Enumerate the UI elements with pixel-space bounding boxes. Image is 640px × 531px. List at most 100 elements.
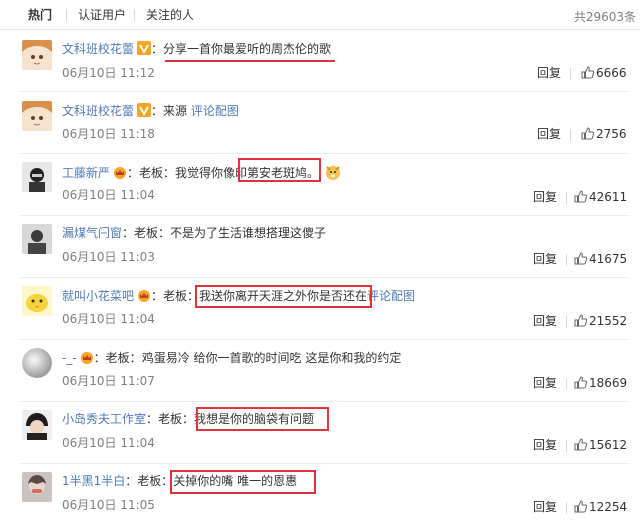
comment-item: 文科班校花蕾 ：分享一首你最爱听的周杰伦的歌 06月10日 11:12 回复 66… (0, 30, 640, 92)
username-link[interactable]: 文科班校花蕾 (62, 42, 134, 56)
thumbs-up-icon (581, 127, 595, 140)
action-divider (566, 192, 567, 204)
comment-prefix: ： (151, 42, 164, 56)
like-count: 6666 (596, 66, 627, 80)
username-link[interactable]: -_- (62, 351, 77, 365)
comment-item: 1半黑1半白：老板：关掉你的嘴 唯一的恩惠 06月10日 11:05 回复 12… (0, 464, 640, 531)
total-comment-count: 共29603条 (573, 10, 636, 24)
comment-time: 06月10日 11:04 (62, 436, 155, 450)
avatar[interactable] (22, 286, 52, 316)
crown-badge-icon (138, 290, 151, 302)
tab-hot[interactable]: 热门 (28, 8, 52, 22)
comment-item: 文科班校花蕾 ：来源 评论配图 06月10日 11:18 回复 2756 (0, 92, 640, 154)
crown-badge-icon (80, 352, 93, 364)
highlight-box (196, 407, 329, 431)
comment-item: 工藤新严 ：老板：我觉得你像印第安老斑鸠。 06月10日 11:04 回复 426… (0, 154, 640, 216)
action-divider (570, 68, 571, 80)
like-button[interactable]: 18669 (574, 376, 627, 390)
crown-badge-icon (114, 167, 127, 179)
avatar[interactable] (22, 348, 52, 378)
reply-button[interactable]: 回复 (537, 127, 561, 141)
comment-item: 就叫小花菜吧 ：老板：我送你离开天涯之外你是否还在评论配图 06月10日 11:0… (0, 278, 640, 340)
comment-prefix: ：老板：我觉得你像 (127, 166, 236, 180)
thumbs-up-icon (574, 190, 588, 203)
action-divider (570, 129, 571, 141)
comment-prefix: ：老板： (93, 351, 142, 365)
like-count: 18669 (589, 376, 628, 390)
highlight-box (195, 285, 372, 308)
image-link[interactable]: 评论配图 (367, 289, 415, 303)
like-button[interactable]: 15612 (574, 438, 627, 452)
reply-button[interactable]: 回复 (537, 66, 561, 80)
like-count: 42611 (589, 190, 628, 204)
thumbs-up-icon (574, 314, 588, 327)
comment-item: 小岛秀夫工作室：老板：我想是你的脑袋有问题 06月10日 11:04 回复 15… (0, 402, 640, 464)
comment-text: 鸡蛋易冷 给你一首歌的时间吃 这是你和我的约定 (141, 351, 402, 365)
avatar[interactable] (22, 162, 52, 192)
reply-button[interactable]: 回复 (533, 252, 557, 266)
like-count: 41675 (589, 252, 628, 266)
comment-tabs: 热门 认证用户 关注的人 共29603条 (0, 0, 640, 30)
like-button[interactable]: 2756 (581, 127, 627, 141)
comment-prefix: ： (151, 104, 164, 118)
comment-time: 06月10日 11:05 (62, 498, 155, 512)
avatar[interactable] (22, 472, 52, 502)
reply-button[interactable]: 回复 (533, 438, 557, 452)
like-button[interactable]: 12254 (574, 500, 627, 514)
image-link[interactable]: 评论配图 (191, 104, 239, 118)
comment-prefix: ：老板： (125, 474, 174, 488)
reply-button[interactable]: 回复 (533, 500, 557, 514)
username-link[interactable]: 小岛秀夫工作室 (62, 412, 146, 426)
comment-time: 06月10日 11:04 (62, 312, 155, 326)
thumbs-up-icon (574, 438, 588, 451)
username-link[interactable]: 漏煤气闩窗 (62, 226, 122, 240)
avatar[interactable] (22, 224, 52, 254)
comment-prefix: ：老板： (122, 226, 171, 240)
highlight-box (238, 158, 321, 182)
username-link[interactable]: 1半黑1半白 (62, 474, 125, 488)
like-button[interactable]: 21552 (574, 314, 627, 328)
action-divider (566, 316, 567, 328)
comment-time: 06月10日 11:07 (62, 374, 155, 388)
thumbs-up-icon (574, 252, 588, 265)
comment-item: 漏煤气闩窗：老板：不是为了生活谁想搭理这傻子 06月10日 11:03 回复 4… (0, 216, 640, 278)
like-count: 21552 (589, 314, 628, 328)
comment-body: 漏煤气闩窗：老板：不是为了生活谁想搭理这傻子 (62, 226, 326, 240)
action-divider (566, 378, 567, 390)
comment-body: -_- ：老板：鸡蛋易冷 给你一首歌的时间吃 这是你和我的约定 (62, 350, 401, 365)
verified-badge-icon (137, 103, 152, 117)
thumbs-up-icon (581, 66, 595, 79)
reply-button[interactable]: 回复 (533, 376, 557, 390)
like-count: 12254 (589, 500, 628, 514)
verified-badge-icon (137, 41, 152, 55)
like-count: 2756 (596, 127, 627, 141)
like-count: 15612 (589, 438, 628, 452)
comment-prefix: ：老板： (146, 412, 195, 426)
comment-time: 06月10日 11:03 (62, 250, 155, 264)
like-button[interactable]: 6666 (581, 66, 627, 80)
thumbs-up-icon (574, 500, 588, 513)
action-divider (566, 254, 567, 266)
username-link[interactable]: 就叫小花菜吧 (62, 289, 134, 303)
tab-following[interactable]: 关注的人 (146, 8, 194, 22)
like-button[interactable]: 41675 (574, 252, 627, 266)
reply-button[interactable]: 回复 (533, 190, 557, 204)
username-link[interactable]: 文科班校花蕾 (62, 104, 134, 118)
tab-divider (66, 9, 67, 21)
avatar[interactable] (22, 101, 52, 131)
like-button[interactable]: 42611 (574, 190, 627, 204)
reply-button[interactable]: 回复 (533, 314, 557, 328)
avatar[interactable] (22, 40, 52, 70)
highlight-underline (165, 36, 335, 62)
comment-body: 文科班校花蕾 ：来源 评论配图 (62, 103, 239, 118)
comment-item: -_- ：老板：鸡蛋易冷 给你一首歌的时间吃 这是你和我的约定 06月10日 11… (0, 340, 640, 402)
tab-verified[interactable]: 认证用户 (78, 8, 126, 22)
comment-prefix: ：老板： (151, 289, 200, 303)
comment-time: 06月10日 11:12 (62, 66, 155, 80)
comment-text: 来源 (163, 104, 188, 118)
doge-emoji-icon (326, 166, 341, 180)
comment-text: 不是为了生活谁想搭理这傻子 (170, 226, 327, 240)
username-link[interactable]: 工藤新严 (62, 166, 110, 180)
action-divider (566, 502, 567, 514)
avatar[interactable] (22, 410, 52, 440)
